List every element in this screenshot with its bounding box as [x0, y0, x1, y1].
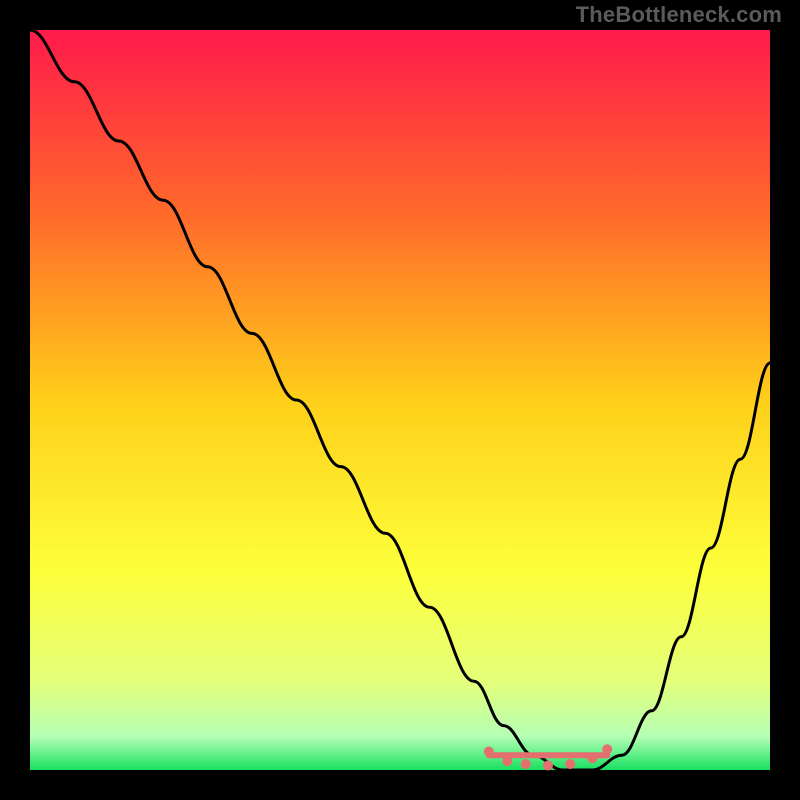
marker-dot [602, 744, 612, 754]
marker-dot [565, 759, 575, 769]
marker-dot [502, 756, 512, 766]
marker-dot [484, 747, 494, 757]
chart-frame: { "watermark": "TheBottleneck.com", "cha… [0, 0, 800, 800]
marker-dot [543, 761, 553, 771]
chart-svg [0, 0, 800, 800]
watermark-text: TheBottleneck.com [576, 2, 782, 28]
marker-dot [521, 759, 531, 769]
marker-dot [587, 753, 597, 763]
plot-background [30, 30, 770, 770]
